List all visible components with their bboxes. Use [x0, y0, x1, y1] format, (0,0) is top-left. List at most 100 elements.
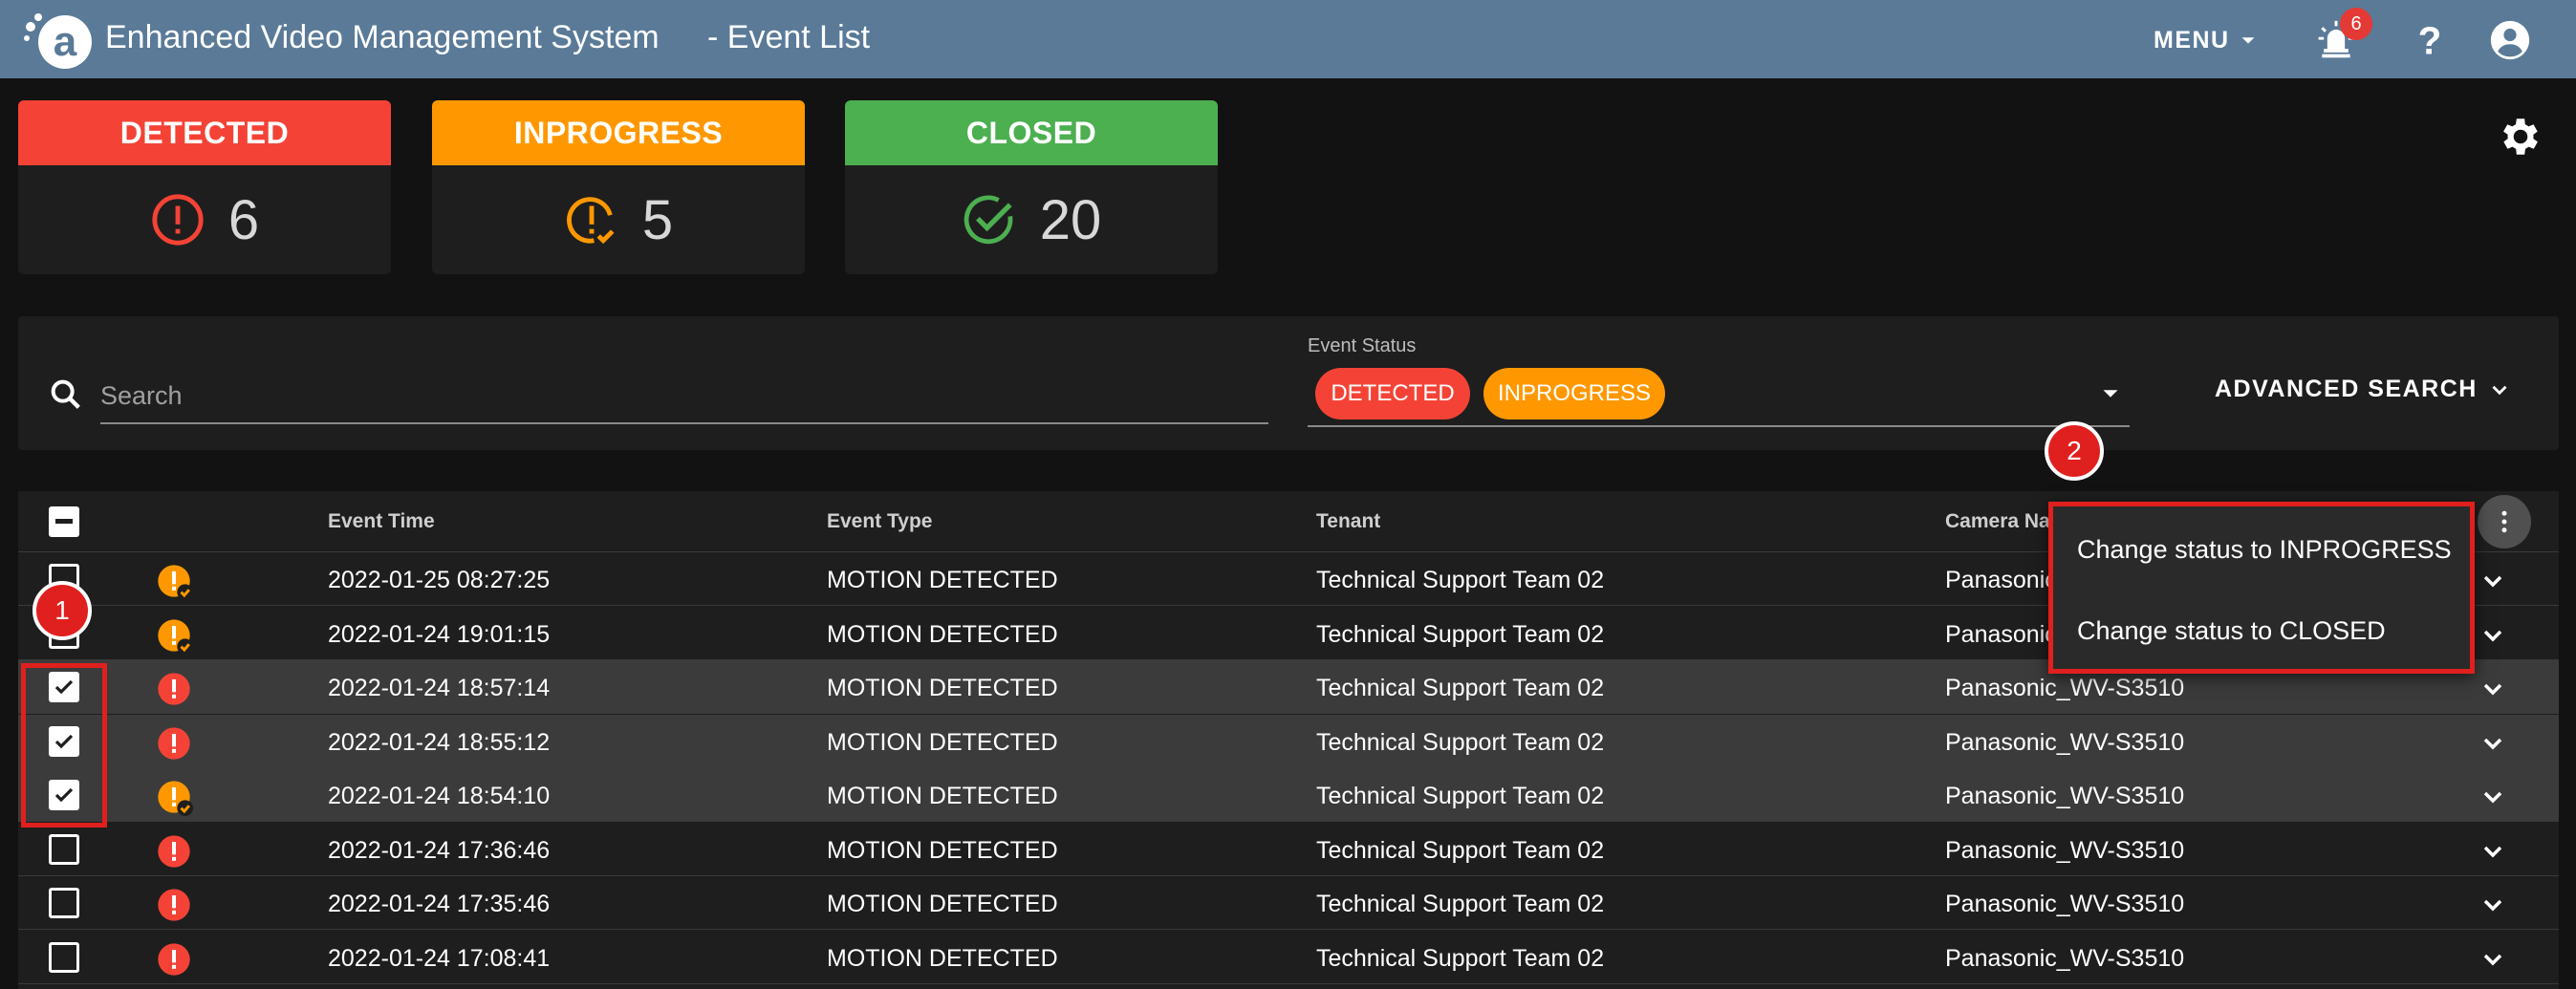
cell-event-time: 2022-01-24 17:08:41 — [328, 944, 551, 972]
inprogress-count: 5 — [641, 188, 674, 251]
cell-event-time: 2022-01-24 18:54:10 — [328, 783, 551, 809]
inprogress-card[interactable]: INPROGRESS 5 — [432, 100, 805, 274]
app-logo-icon[interactable]: a — [21, 10, 96, 71]
cell-event-type: MOTION DETECTED — [827, 783, 1058, 809]
table-row[interactable]: 2022-01-24 18:55:12 MOTION DETECTED Techni… — [18, 714, 2559, 768]
cell-tenant: Technical Support Team 02 — [1316, 944, 1605, 972]
alert-circle-icon — [152, 194, 204, 246]
alert-inprogress-icon — [158, 565, 193, 600]
event-status-select[interactable]: DETECTED INPROGRESS — [1308, 360, 2130, 427]
closed-card-label: CLOSED — [845, 100, 1218, 165]
annotation-step-1: 1 — [32, 581, 92, 640]
chip-detected[interactable]: DETECTED — [1315, 368, 1470, 419]
cell-event-type: MOTION DETECTED — [827, 567, 1058, 593]
inprogress-card-label: INPROGRESS — [432, 100, 805, 165]
cell-camera-name: Panasonic_WV-S3510 — [1945, 836, 2185, 864]
dropdown-arrow-icon[interactable] — [2096, 379, 2125, 408]
cell-camera-name: Panasonic_WV-S3510 — [1945, 728, 2185, 756]
expand-row-chevron-icon[interactable] — [2478, 890, 2508, 920]
header-tenant[interactable]: Tenant — [1316, 510, 1380, 533]
settings-gear-icon[interactable] — [2497, 113, 2544, 161]
more-actions-button[interactable] — [2478, 495, 2531, 548]
search-input[interactable] — [100, 369, 1268, 424]
annotation-highlight-checkboxes — [21, 663, 107, 828]
menu-label: MENU — [2154, 26, 2230, 54]
row-checkbox[interactable] — [49, 833, 79, 865]
svg-text:a: a — [54, 18, 77, 65]
advanced-search-label: ADVANCED SEARCH — [2215, 376, 2478, 402]
detected-count: 6 — [227, 188, 260, 251]
cell-event-time: 2022-01-24 18:55:12 — [328, 728, 551, 756]
expand-row-chevron-icon[interactable] — [2478, 728, 2508, 759]
cell-camera-name: Panasonic — [1945, 620, 2057, 648]
alert-detected-icon — [158, 673, 190, 705]
help-icon[interactable]: ? — [2409, 19, 2451, 61]
menu-button[interactable]: MENU — [2154, 21, 2259, 59]
account-circle-icon[interactable] — [2489, 19, 2531, 61]
alert-detected-icon — [158, 889, 190, 921]
cell-event-type: MOTION DETECTED — [827, 728, 1058, 756]
cell-camera-name: Panasonic — [1945, 567, 2057, 593]
cell-event-type: MOTION DETECTED — [827, 836, 1058, 864]
annotation-step-2: 2 — [2045, 421, 2104, 481]
search-icon — [51, 379, 80, 409]
alert-detected-icon — [158, 834, 190, 868]
cell-event-time: 2022-01-25 08:27:25 — [328, 567, 551, 593]
status-action-menu: Change status to INPROGRESS Change statu… — [2048, 502, 2475, 674]
expand-row-chevron-icon[interactable] — [2478, 674, 2508, 704]
select-all-checkbox[interactable] — [49, 506, 79, 537]
menu-item-change-inprogress[interactable]: Change status to INPROGRESS — [2077, 535, 2452, 565]
notification-badge: 6 — [2340, 8, 2372, 40]
cell-tenant: Technical Support Team 02 — [1316, 620, 1605, 648]
cell-event-type: MOTION DETECTED — [827, 944, 1058, 972]
expand-row-chevron-icon[interactable] — [2478, 836, 2508, 867]
expand-row-chevron-icon[interactable] — [2478, 782, 2508, 812]
cell-tenant: Technical Support Team 02 — [1316, 836, 1605, 864]
row-checkbox[interactable] — [49, 941, 79, 973]
alert-detected-icon — [158, 726, 190, 760]
alert-detected-icon — [158, 942, 190, 976]
header-camera-name[interactable]: Camera Na — [1945, 510, 2050, 533]
chevron-down-icon — [2492, 385, 2507, 395]
page-title: - Event List — [707, 19, 871, 55]
app-bar: a Enhanced Video Management System - Eve… — [0, 0, 2576, 78]
cell-event-type: MOTION DETECTED — [827, 675, 1058, 701]
table-row[interactable]: 2022-01-24 17:35:46 MOTION DETECTED Techni… — [18, 876, 2559, 930]
closed-count: 20 — [1039, 188, 1102, 251]
alert-inprogress-icon — [158, 618, 193, 655]
cell-camera-name: Panasonic_WV-S3510 — [1945, 783, 2185, 809]
advanced-search-button[interactable]: ADVANCED SEARCH — [2215, 376, 2512, 403]
detected-card[interactable]: DETECTED 6 — [18, 100, 391, 274]
caret-down-icon — [2241, 37, 2255, 44]
cell-tenant: Technical Support Team 02 — [1316, 891, 1605, 917]
more-vert-icon — [2501, 510, 2507, 533]
header-event-time[interactable]: Event Time — [328, 510, 435, 533]
cell-tenant: Technical Support Team 02 — [1316, 567, 1605, 593]
table-row[interactable]: 2022-01-24 18:54:10 MOTION DETECTED Techni… — [18, 768, 2559, 822]
cell-camera-name: Panasonic_WV-S3510 — [1945, 944, 2185, 972]
svg-text:?: ? — [2418, 19, 2442, 61]
cell-tenant: Technical Support Team 02 — [1316, 728, 1605, 756]
event-status-label: Event Status — [1308, 335, 1417, 356]
alert-inprogress-icon — [158, 781, 193, 816]
expand-row-chevron-icon[interactable] — [2478, 620, 2508, 651]
table-row[interactable]: 2022-01-24 17:08:41 MOTION DETECTED Techni… — [18, 931, 2559, 984]
cell-event-time: 2022-01-24 17:35:46 — [328, 891, 551, 917]
row-checkbox[interactable] — [49, 888, 79, 918]
chip-inprogress[interactable]: INPROGRESS — [1483, 368, 1665, 419]
table-row[interactable]: 2022-01-24 17:36:46 MOTION DETECTED Techni… — [18, 823, 2559, 876]
detected-card-label: DETECTED — [18, 100, 391, 165]
check-circle-icon — [963, 195, 1013, 245]
expand-row-chevron-icon[interactable] — [2478, 566, 2508, 596]
cell-tenant: Technical Support Team 02 — [1316, 783, 1605, 809]
cell-camera-name: Panasonic_WV-S3510 — [1945, 675, 2185, 701]
cell-event-time: 2022-01-24 19:01:15 — [328, 620, 551, 648]
expand-row-chevron-icon[interactable] — [2478, 944, 2508, 975]
cell-event-time: 2022-01-24 17:36:46 — [328, 836, 551, 864]
header-event-type[interactable]: Event Type — [827, 510, 932, 533]
menu-item-change-closed[interactable]: Change status to CLOSED — [2077, 616, 2386, 646]
cell-event-time: 2022-01-24 18:57:14 — [328, 675, 551, 701]
cell-event-type: MOTION DETECTED — [827, 891, 1058, 917]
closed-card[interactable]: CLOSED 20 — [845, 100, 1218, 274]
cell-event-type: MOTION DETECTED — [827, 620, 1058, 648]
